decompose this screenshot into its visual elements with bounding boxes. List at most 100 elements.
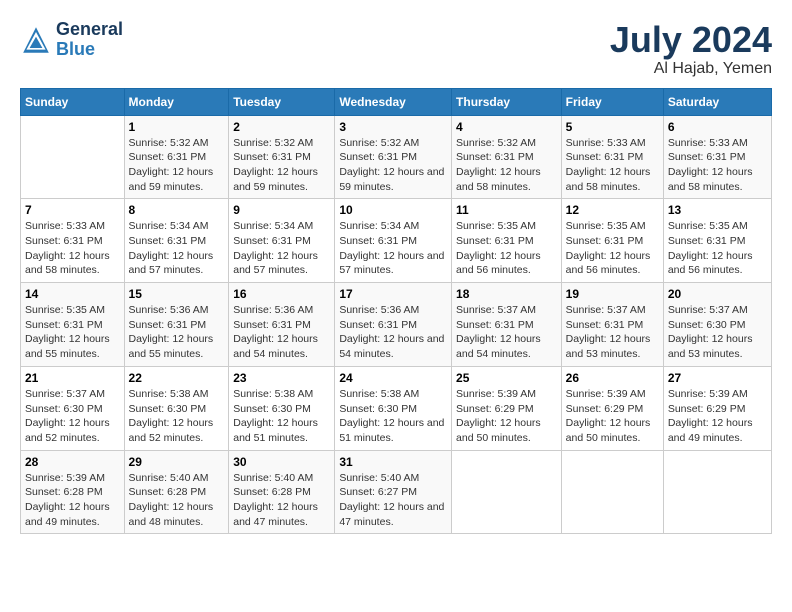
day-info: Sunrise: 5:34 AMSunset: 6:31 PMDaylight:… [129,219,225,278]
calendar-table: SundayMondayTuesdayWednesdayThursdayFrid… [20,88,772,535]
logo-icon [20,24,52,56]
day-info: Sunrise: 5:38 AMSunset: 6:30 PMDaylight:… [339,387,447,446]
calendar-cell: 30 Sunrise: 5:40 AMSunset: 6:28 PMDayligh… [229,450,335,534]
day-info: Sunrise: 5:39 AMSunset: 6:29 PMDaylight:… [566,387,659,446]
day-info: Sunrise: 5:35 AMSunset: 6:31 PMDaylight:… [566,219,659,278]
day-info: Sunrise: 5:32 AMSunset: 6:31 PMDaylight:… [233,136,330,195]
calendar-cell: 21 Sunrise: 5:37 AMSunset: 6:30 PMDayligh… [21,366,125,450]
day-info: Sunrise: 5:40 AMSunset: 6:27 PMDaylight:… [339,471,447,530]
calendar-cell: 8Sunrise: 5:34 AMSunset: 6:31 PMDaylight… [124,199,229,283]
calendar-cell: 3 Sunrise: 5:32 AMSunset: 6:31 PMDaylight… [335,115,452,199]
day-number: 11 [456,203,557,217]
day-number: 10 [339,203,447,217]
day-number: 12 [566,203,659,217]
day-number: 26 [566,371,659,385]
day-info: Sunrise: 5:32 AMSunset: 6:31 PMDaylight:… [129,136,225,195]
day-info: Sunrise: 5:39 AMSunset: 6:28 PMDaylight:… [25,471,120,530]
calendar-cell [663,450,771,534]
calendar-week-row: 7Sunrise: 5:33 AMSunset: 6:31 PMDaylight… [21,199,772,283]
calendar-week-row: 21 Sunrise: 5:37 AMSunset: 6:30 PMDayligh… [21,366,772,450]
calendar-cell: 5 Sunrise: 5:33 AMSunset: 6:31 PMDaylight… [561,115,663,199]
weekday-header: Saturday [663,88,771,115]
location: Al Hajab, Yemen [610,60,772,78]
calendar-cell [452,450,562,534]
day-info: Sunrise: 5:37 AMSunset: 6:30 PMDaylight:… [25,387,120,446]
calendar-cell: 10 Sunrise: 5:34 AMSunset: 6:31 PMDayligh… [335,199,452,283]
day-number: 3 [339,120,447,134]
calendar-cell [21,115,125,199]
day-number: 23 [233,371,330,385]
day-number: 20 [668,287,767,301]
day-number: 5 [566,120,659,134]
calendar-cell: 18Sunrise: 5:37 AMSunset: 6:31 PMDayligh… [452,283,562,367]
calendar-cell: 11Sunrise: 5:35 AMSunset: 6:31 PMDayligh… [452,199,562,283]
day-info: Sunrise: 5:38 AMSunset: 6:30 PMDaylight:… [129,387,225,446]
day-number: 16 [233,287,330,301]
day-number: 25 [456,371,557,385]
day-number: 22 [129,371,225,385]
day-info: Sunrise: 5:40 AMSunset: 6:28 PMDaylight:… [129,471,225,530]
calendar-cell: 14 Sunrise: 5:35 AMSunset: 6:31 PMDayligh… [21,283,125,367]
calendar-cell: 1 Sunrise: 5:32 AMSunset: 6:31 PMDaylight… [124,115,229,199]
day-info: Sunrise: 5:35 AMSunset: 6:31 PMDaylight:… [668,219,767,278]
day-info: Sunrise: 5:35 AMSunset: 6:31 PMDaylight:… [25,303,120,362]
weekday-header: Monday [124,88,229,115]
day-info: Sunrise: 5:34 AMSunset: 6:31 PMDaylight:… [339,219,447,278]
day-info: Sunrise: 5:36 AMSunset: 6:31 PMDaylight:… [233,303,330,362]
day-number: 21 [25,371,120,385]
month-year: July 2024 [610,20,772,60]
calendar-cell: 6Sunrise: 5:33 AMSunset: 6:31 PMDaylight… [663,115,771,199]
day-number: 14 [25,287,120,301]
calendar-cell: 26 Sunrise: 5:39 AMSunset: 6:29 PMDayligh… [561,366,663,450]
day-number: 1 [129,120,225,134]
day-info: Sunrise: 5:37 AMSunset: 6:31 PMDaylight:… [566,303,659,362]
calendar-cell: 24 Sunrise: 5:38 AMSunset: 6:30 PMDayligh… [335,366,452,450]
weekday-header: Sunday [21,88,125,115]
day-number: 9 [233,203,330,217]
calendar-cell: 22 Sunrise: 5:38 AMSunset: 6:30 PMDayligh… [124,366,229,450]
day-info: Sunrise: 5:33 AMSunset: 6:31 PMDaylight:… [566,136,659,195]
day-number: 19 [566,287,659,301]
day-number: 4 [456,120,557,134]
day-number: 18 [456,287,557,301]
calendar-cell: 19 Sunrise: 5:37 AMSunset: 6:31 PMDayligh… [561,283,663,367]
logo: General Blue [20,20,123,60]
weekday-header: Friday [561,88,663,115]
calendar-week-row: 14 Sunrise: 5:35 AMSunset: 6:31 PMDayligh… [21,283,772,367]
calendar-cell: 9Sunrise: 5:34 AMSunset: 6:31 PMDaylight… [229,199,335,283]
weekday-header-row: SundayMondayTuesdayWednesdayThursdayFrid… [21,88,772,115]
calendar-week-row: 1 Sunrise: 5:32 AMSunset: 6:31 PMDaylight… [21,115,772,199]
day-info: Sunrise: 5:36 AMSunset: 6:31 PMDaylight:… [129,303,225,362]
calendar-cell: 13 Sunrise: 5:35 AMSunset: 6:31 PMDayligh… [663,199,771,283]
calendar-cell: 25Sunrise: 5:39 AMSunset: 6:29 PMDayligh… [452,366,562,450]
day-number: 2 [233,120,330,134]
day-number: 29 [129,455,225,469]
day-info: Sunrise: 5:32 AMSunset: 6:31 PMDaylight:… [456,136,557,195]
calendar-cell: 12 Sunrise: 5:35 AMSunset: 6:31 PMDayligh… [561,199,663,283]
calendar-cell: 27Sunrise: 5:39 AMSunset: 6:29 PMDayligh… [663,366,771,450]
day-number: 30 [233,455,330,469]
day-info: Sunrise: 5:37 AMSunset: 6:30 PMDaylight:… [668,303,767,362]
page-header: General Blue July 2024 Al Hajab, Yemen [20,20,772,78]
day-info: Sunrise: 5:32 AMSunset: 6:31 PMDaylight:… [339,136,447,195]
day-number: 28 [25,455,120,469]
day-number: 15 [129,287,225,301]
title-area: July 2024 Al Hajab, Yemen [610,20,772,78]
day-info: Sunrise: 5:33 AMSunset: 6:31 PMDaylight:… [25,219,120,278]
calendar-cell: 7Sunrise: 5:33 AMSunset: 6:31 PMDaylight… [21,199,125,283]
day-number: 6 [668,120,767,134]
calendar-cell: 31Sunrise: 5:40 AMSunset: 6:27 PMDayligh… [335,450,452,534]
calendar-cell: 29 Sunrise: 5:40 AMSunset: 6:28 PMDayligh… [124,450,229,534]
day-info: Sunrise: 5:36 AMSunset: 6:31 PMDaylight:… [339,303,447,362]
calendar-cell: 15 Sunrise: 5:36 AMSunset: 6:31 PMDayligh… [124,283,229,367]
day-info: Sunrise: 5:40 AMSunset: 6:28 PMDaylight:… [233,471,330,530]
day-info: Sunrise: 5:38 AMSunset: 6:30 PMDaylight:… [233,387,330,446]
weekday-header: Wednesday [335,88,452,115]
calendar-cell: 23 Sunrise: 5:38 AMSunset: 6:30 PMDayligh… [229,366,335,450]
weekday-header: Thursday [452,88,562,115]
day-number: 24 [339,371,447,385]
calendar-cell: 20 Sunrise: 5:37 AMSunset: 6:30 PMDayligh… [663,283,771,367]
calendar-week-row: 28 Sunrise: 5:39 AMSunset: 6:28 PMDayligh… [21,450,772,534]
day-number: 13 [668,203,767,217]
day-info: Sunrise: 5:39 AMSunset: 6:29 PMDaylight:… [668,387,767,446]
